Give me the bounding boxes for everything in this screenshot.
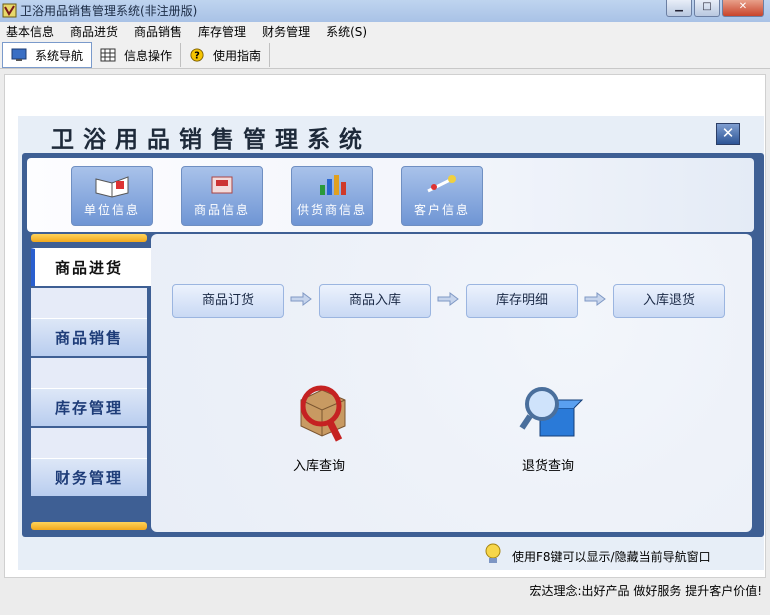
step-stock-in[interactable]: 商品入库 [319,284,431,318]
menu-basic-info[interactable]: 基本信息 [0,22,62,42]
side-gap [31,358,147,388]
help-icon: ? [190,48,204,62]
menu-purchase[interactable]: 商品进货 [62,22,126,42]
arrow-right-icon [437,292,459,306]
arrow-right-icon [290,292,312,306]
inbound-query-label[interactable]: 入库查询 [293,455,345,474]
menu-bar: 基本信息 商品进货 商品销售 库存管理 财务管理 系统(S) [0,22,770,42]
footer-bar: 宏达理念:出好产品 做好服务 提升客户价值! [0,578,770,615]
chart-icon [320,175,346,195]
lightbulb-icon [485,543,501,563]
svg-text:?: ? [194,51,200,62]
tool-label: 信息操作 [124,48,173,63]
customer-info-button[interactable]: 客户信息 [401,166,483,226]
side-item-purchase[interactable]: 商品进货 [31,248,153,286]
minimize-button[interactable]: ▁ [666,0,692,17]
side-item-finance[interactable]: 财务管理 [31,458,147,496]
side-item-sales[interactable]: 商品销售 [31,318,147,356]
panel-close-button[interactable]: ✕ [716,123,740,145]
quick-button-label: 商品信息 [193,203,250,217]
quick-access-strip: 单位信息 商品信息 供货商信息 客户信息 [27,158,754,232]
menu-system[interactable]: 系统(S) [318,22,375,42]
side-cap-top [31,234,147,242]
return-search-icon[interactable] [516,376,586,446]
status-hint: 使用F8键可以显示/隐藏当前导航窗口 [512,550,711,564]
menu-inventory[interactable]: 库存管理 [190,22,254,42]
book-icon [95,176,129,198]
status-bar: 使用F8键可以显示/隐藏当前导航窗口 [27,540,756,568]
unit-info-button[interactable]: 单位信息 [71,166,153,226]
step-inventory-detail[interactable]: 库存明细 [466,284,578,318]
app-icon [2,3,17,18]
navigation-panel: 卫浴用品销售管理系统 ✕ 单位信息 商品信息 供货商信息 客户信息 商品进货 商… [18,116,764,570]
tool-info-operation[interactable]: 信息操作 [92,43,182,67]
arrow-right-icon [584,292,606,306]
side-navigation: 商品进货 商品销售 库存管理 财务管理 [31,234,153,534]
title-bar: 卫浴用品销售管理系统(非注册版) ▁ □ ✕ [0,0,770,22]
tool-label: 系统导航 [35,48,84,63]
quick-button-label: 客户信息 [413,203,470,217]
product-icon [211,176,233,194]
content-area: 商品订货 商品入库 库存明细 入库退货 入库查询 退货查询 [151,234,752,532]
side-cap-bottom [31,522,147,530]
return-query-label[interactable]: 退货查询 [522,455,574,474]
monitor-icon [11,48,27,61]
customer-icon [427,175,456,193]
quick-button-label: 供货商信息 [296,203,367,217]
close-button[interactable]: ✕ [722,0,764,17]
supplier-info-button[interactable]: 供货商信息 [291,166,373,226]
side-gap [31,428,147,458]
tool-label: 使用指南 [213,48,262,63]
step-order-goods[interactable]: 商品订货 [172,284,284,318]
panel-title: 卫浴用品销售管理系统 [51,127,371,153]
side-gap [31,288,147,318]
tool-system-nav[interactable]: 系统导航 [2,42,93,68]
footer-slogan: 宏达理念:出好产品 做好服务 提升客户价值! [529,584,762,598]
step-return[interactable]: 入库退货 [613,284,725,318]
grid-icon [100,48,116,62]
menu-sales[interactable]: 商品销售 [126,22,190,42]
maximize-button[interactable]: □ [694,0,720,17]
quick-button-label: 单位信息 [83,203,140,217]
inbound-search-icon[interactable] [287,376,357,446]
toolbar: 系统导航 信息操作 ? 使用指南 [0,42,770,69]
product-info-button[interactable]: 商品信息 [181,166,263,226]
menu-finance[interactable]: 财务管理 [254,22,318,42]
tool-user-guide[interactable]: ? 使用指南 [181,43,271,67]
side-item-inventory[interactable]: 库存管理 [31,388,147,426]
window-title: 卫浴用品销售管理系统(非注册版) [20,4,198,18]
